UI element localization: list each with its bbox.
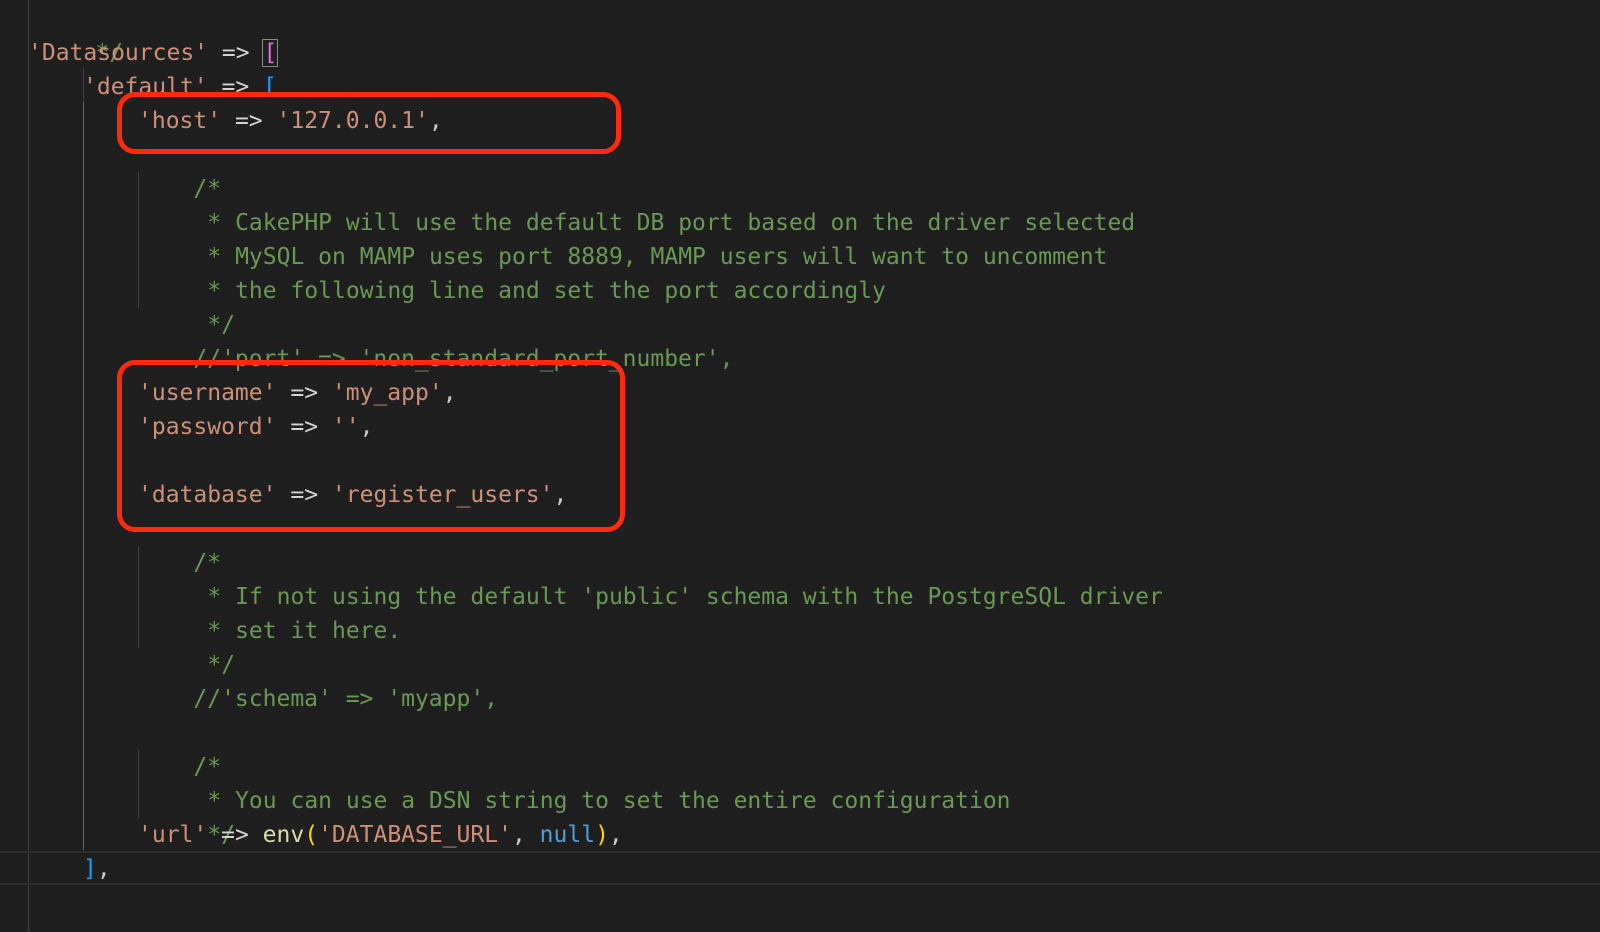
comment-text: * the following line and set the port ac… (207, 278, 886, 304)
code-line-url: 'url' => env('DATABASE_URL', null), (138, 818, 623, 852)
arrow-operator: => (221, 40, 250, 66)
code-line-1: */ (40, 2, 123, 66)
code-line-port-comment: //'port' => 'non_standard_port_number', (138, 308, 733, 372)
code-line-7: * MySQL on MAMP uses port 8889, MAMP use… (152, 206, 1107, 270)
code-line-19: */ (152, 614, 235, 678)
code-line-23: * You can use a DSN string to set the en… (152, 750, 1010, 814)
bracket-open-datasources: [ (262, 39, 279, 67)
bracket-close-default: ] (83, 856, 97, 882)
highlight-box-credentials (117, 360, 625, 532)
comma: , (96, 856, 111, 882)
comma: , (511, 822, 526, 848)
comment-text: * You can use a DSN string to set the en… (207, 788, 1011, 814)
code-editor[interactable]: */ 'Datasources' => [ 'default' => [ 'ho… (0, 0, 1600, 932)
current-line-highlight (0, 851, 1600, 885)
highlight-box-host (117, 92, 621, 154)
code-line-close-default: ], (83, 852, 111, 886)
commented-schema-line: //'schema' => 'myapp', (193, 686, 499, 712)
code-line-2: 'Datasources' => [ (28, 36, 279, 70)
arrow-operator: => (221, 822, 249, 848)
code-line-9: */ (152, 274, 235, 338)
code-line-schema-comment: //'schema' => 'myapp', (138, 648, 498, 712)
indent-guide-default (83, 102, 84, 850)
value-database-url: 'DATABASE_URL' (318, 822, 512, 848)
paren-open: ( (304, 822, 319, 848)
code-line-24: */ (152, 784, 235, 848)
code-line-22: /* (138, 716, 221, 780)
key-datasources: 'Datasources' (28, 40, 209, 66)
comment-text: * set it here. (207, 618, 402, 644)
comma: , (608, 822, 623, 848)
code-line-18: * set it here. (152, 580, 401, 644)
function-env: env (262, 822, 305, 848)
code-line-6: * CakePHP will use the default DB port b… (152, 172, 1135, 236)
key-url: 'url' (138, 822, 208, 848)
code-line-8: * the following line and set the port ac… (152, 240, 886, 304)
code-line-17: * If not using the default 'public' sche… (152, 546, 1162, 610)
indent-guide-outer (28, 0, 29, 932)
keyword-null: null (539, 822, 596, 848)
paren-close: ) (595, 822, 609, 848)
